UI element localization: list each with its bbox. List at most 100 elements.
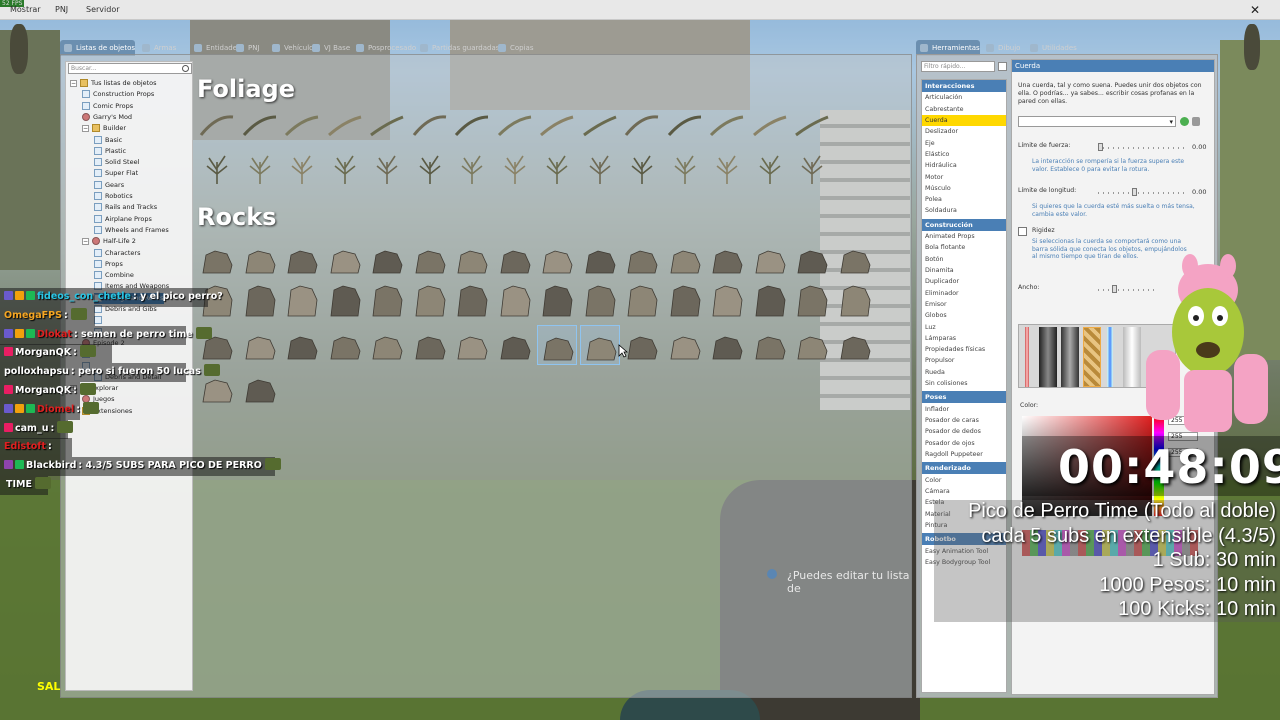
spawn-icon-foliage[interactable] <box>367 148 407 188</box>
tree-node[interactable]: Robotics <box>94 191 133 202</box>
spawn-icon-rock[interactable] <box>750 282 790 322</box>
tool-category[interactable]: Interacciones <box>922 80 1006 92</box>
menu-pnj[interactable]: PNJ <box>55 5 68 14</box>
force-limit-knob[interactable] <box>1098 143 1103 151</box>
spawn-icon-rock[interactable] <box>707 282 747 322</box>
tree-node[interactable]: Combine <box>94 270 134 281</box>
spawn-icon-rock[interactable] <box>410 282 450 322</box>
tool-item[interactable]: Polea <box>922 194 1006 205</box>
spawn-icon-foliage[interactable] <box>410 105 450 145</box>
tool-item[interactable]: Ragdoll Puppeteer <box>922 449 1006 460</box>
tree-node[interactable]: Gears <box>94 180 124 191</box>
spawn-icon-rock[interactable] <box>835 239 875 279</box>
expand-toggle-icon[interactable]: − <box>82 237 89 245</box>
spawn-icon-foliage[interactable] <box>580 105 620 145</box>
spawn-icon-rock[interactable] <box>707 239 747 279</box>
spawn-icon-rock[interactable] <box>665 282 705 322</box>
rope-material-option[interactable] <box>1039 327 1057 387</box>
tool-item[interactable]: Posador de caras <box>922 415 1006 426</box>
chat-username[interactable]: MorganQK <box>15 385 71 396</box>
spawn-icon-rock[interactable] <box>240 239 280 279</box>
tool-item[interactable]: Eliminador <box>922 288 1006 299</box>
tree-node[interactable]: Solid Steel <box>94 157 139 168</box>
tree-node[interactable]: Airplane Props <box>94 214 152 225</box>
tool-item[interactable]: Soldadura <box>922 205 1006 216</box>
spawn-icon-rock[interactable] <box>197 239 237 279</box>
expand-toggle-icon[interactable]: − <box>82 124 89 132</box>
tool-category[interactable]: Poses <box>922 391 1006 404</box>
spawn-icon-foliage[interactable] <box>707 148 747 188</box>
spawn-icon-rock[interactable] <box>367 282 407 322</box>
tree-node[interactable]: − Half-Life 2 <box>82 236 136 247</box>
spawn-icon-foliage[interactable] <box>452 148 492 188</box>
tree-node[interactable]: Rails and Tracks <box>94 202 157 213</box>
spawn-icon-foliage[interactable] <box>240 105 280 145</box>
rope-material-option[interactable] <box>1083 327 1101 387</box>
tool-item[interactable]: Cuerda <box>922 115 1006 126</box>
tree-node[interactable]: − Tus listas de objetos <box>70 78 157 89</box>
spawn-icon-foliage[interactable] <box>665 105 705 145</box>
width-knob[interactable] <box>1112 285 1117 293</box>
add-preset-icon[interactable] <box>1180 117 1189 126</box>
spawn-icon-foliage[interactable] <box>325 105 365 145</box>
spawn-icon-rock[interactable] <box>495 282 535 322</box>
tool-item[interactable]: Motor <box>922 172 1006 183</box>
spawn-icon-foliage[interactable] <box>580 148 620 188</box>
spawn-icon-rock[interactable] <box>835 282 875 322</box>
tree-node[interactable]: Props <box>94 259 123 270</box>
spawn-icon-foliage[interactable] <box>750 148 790 188</box>
menu-mostrar[interactable]: Mostrar <box>10 5 41 14</box>
tree-node[interactable]: Wheels and Frames <box>94 225 169 236</box>
tool-item[interactable]: Duplicador <box>922 276 1006 287</box>
chat-username[interactable]: Edistoft <box>4 441 46 452</box>
tool-item[interactable]: Color <box>922 475 1006 486</box>
chat-username[interactable]: OmegaFPS <box>4 310 62 321</box>
tool-item[interactable]: Cámara <box>922 486 1006 497</box>
chat-username[interactable]: Blackbird <box>26 460 76 471</box>
chat-username[interactable]: Diomel <box>37 404 74 415</box>
tool-item[interactable]: Animated Props <box>922 231 1006 242</box>
spawn-icon-rock[interactable] <box>537 239 577 279</box>
chat-username[interactable]: cam_u <box>15 423 48 434</box>
spawn-icon-foliage[interactable] <box>792 105 832 145</box>
rigid-checkbox[interactable] <box>1018 227 1027 236</box>
chat-username[interactable]: fideos_con_chetle <box>37 291 131 302</box>
spawn-icon-foliage[interactable] <box>792 148 832 188</box>
tool-item[interactable]: Articulación <box>922 92 1006 103</box>
spawn-icon-rock[interactable] <box>580 239 620 279</box>
spawn-icon-foliage[interactable] <box>622 105 662 145</box>
spawn-icon-rock[interactable] <box>410 239 450 279</box>
spawn-icon-foliage[interactable] <box>537 105 577 145</box>
spawn-icon-foliage[interactable] <box>367 105 407 145</box>
spawn-icon-foliage[interactable] <box>325 148 365 188</box>
spawn-icon-foliage[interactable] <box>665 148 705 188</box>
spawn-icon-rock[interactable] <box>325 239 365 279</box>
tool-item[interactable]: Lámparas <box>922 333 1006 344</box>
spawn-icon-foliage[interactable] <box>707 105 747 145</box>
spawn-icon-rock[interactable] <box>622 282 662 322</box>
tool-item[interactable]: Hidráulica <box>922 160 1006 171</box>
tool-category[interactable]: Renderizado <box>922 462 1006 475</box>
tool-item[interactable]: Posador de ojos <box>922 438 1006 449</box>
spawn-icon-foliage[interactable] <box>197 105 237 145</box>
spawn-icon-rock[interactable] <box>792 239 832 279</box>
force-limit-value[interactable]: 0.00 <box>1192 143 1206 151</box>
tool-category[interactable]: Construcción <box>922 218 1006 231</box>
spawn-icon-foliage[interactable] <box>495 105 535 145</box>
spawn-icon-rock[interactable] <box>495 239 535 279</box>
spawn-icon-rock[interactable] <box>325 325 365 365</box>
spawn-icon-rock[interactable] <box>452 325 492 365</box>
spawn-icon-foliage[interactable] <box>622 148 662 188</box>
tool-item[interactable]: Luz <box>922 322 1006 333</box>
spawn-icon-rock[interactable] <box>367 325 407 365</box>
spawn-icon-foliage[interactable] <box>750 105 790 145</box>
rope-material-option[interactable] <box>1025 327 1029 387</box>
chat-username[interactable]: MorganQK <box>15 347 71 358</box>
close-icon[interactable]: ✕ <box>1248 4 1262 16</box>
spawn-icon-rock[interactable] <box>537 325 577 365</box>
tool-item[interactable]: Rueda <box>922 367 1006 378</box>
tree-node[interactable]: Basic <box>94 135 122 146</box>
spawn-icon-rock[interactable] <box>282 325 322 365</box>
spawn-icon-foliage[interactable] <box>240 148 280 188</box>
spawn-icon-rock[interactable] <box>537 282 577 322</box>
